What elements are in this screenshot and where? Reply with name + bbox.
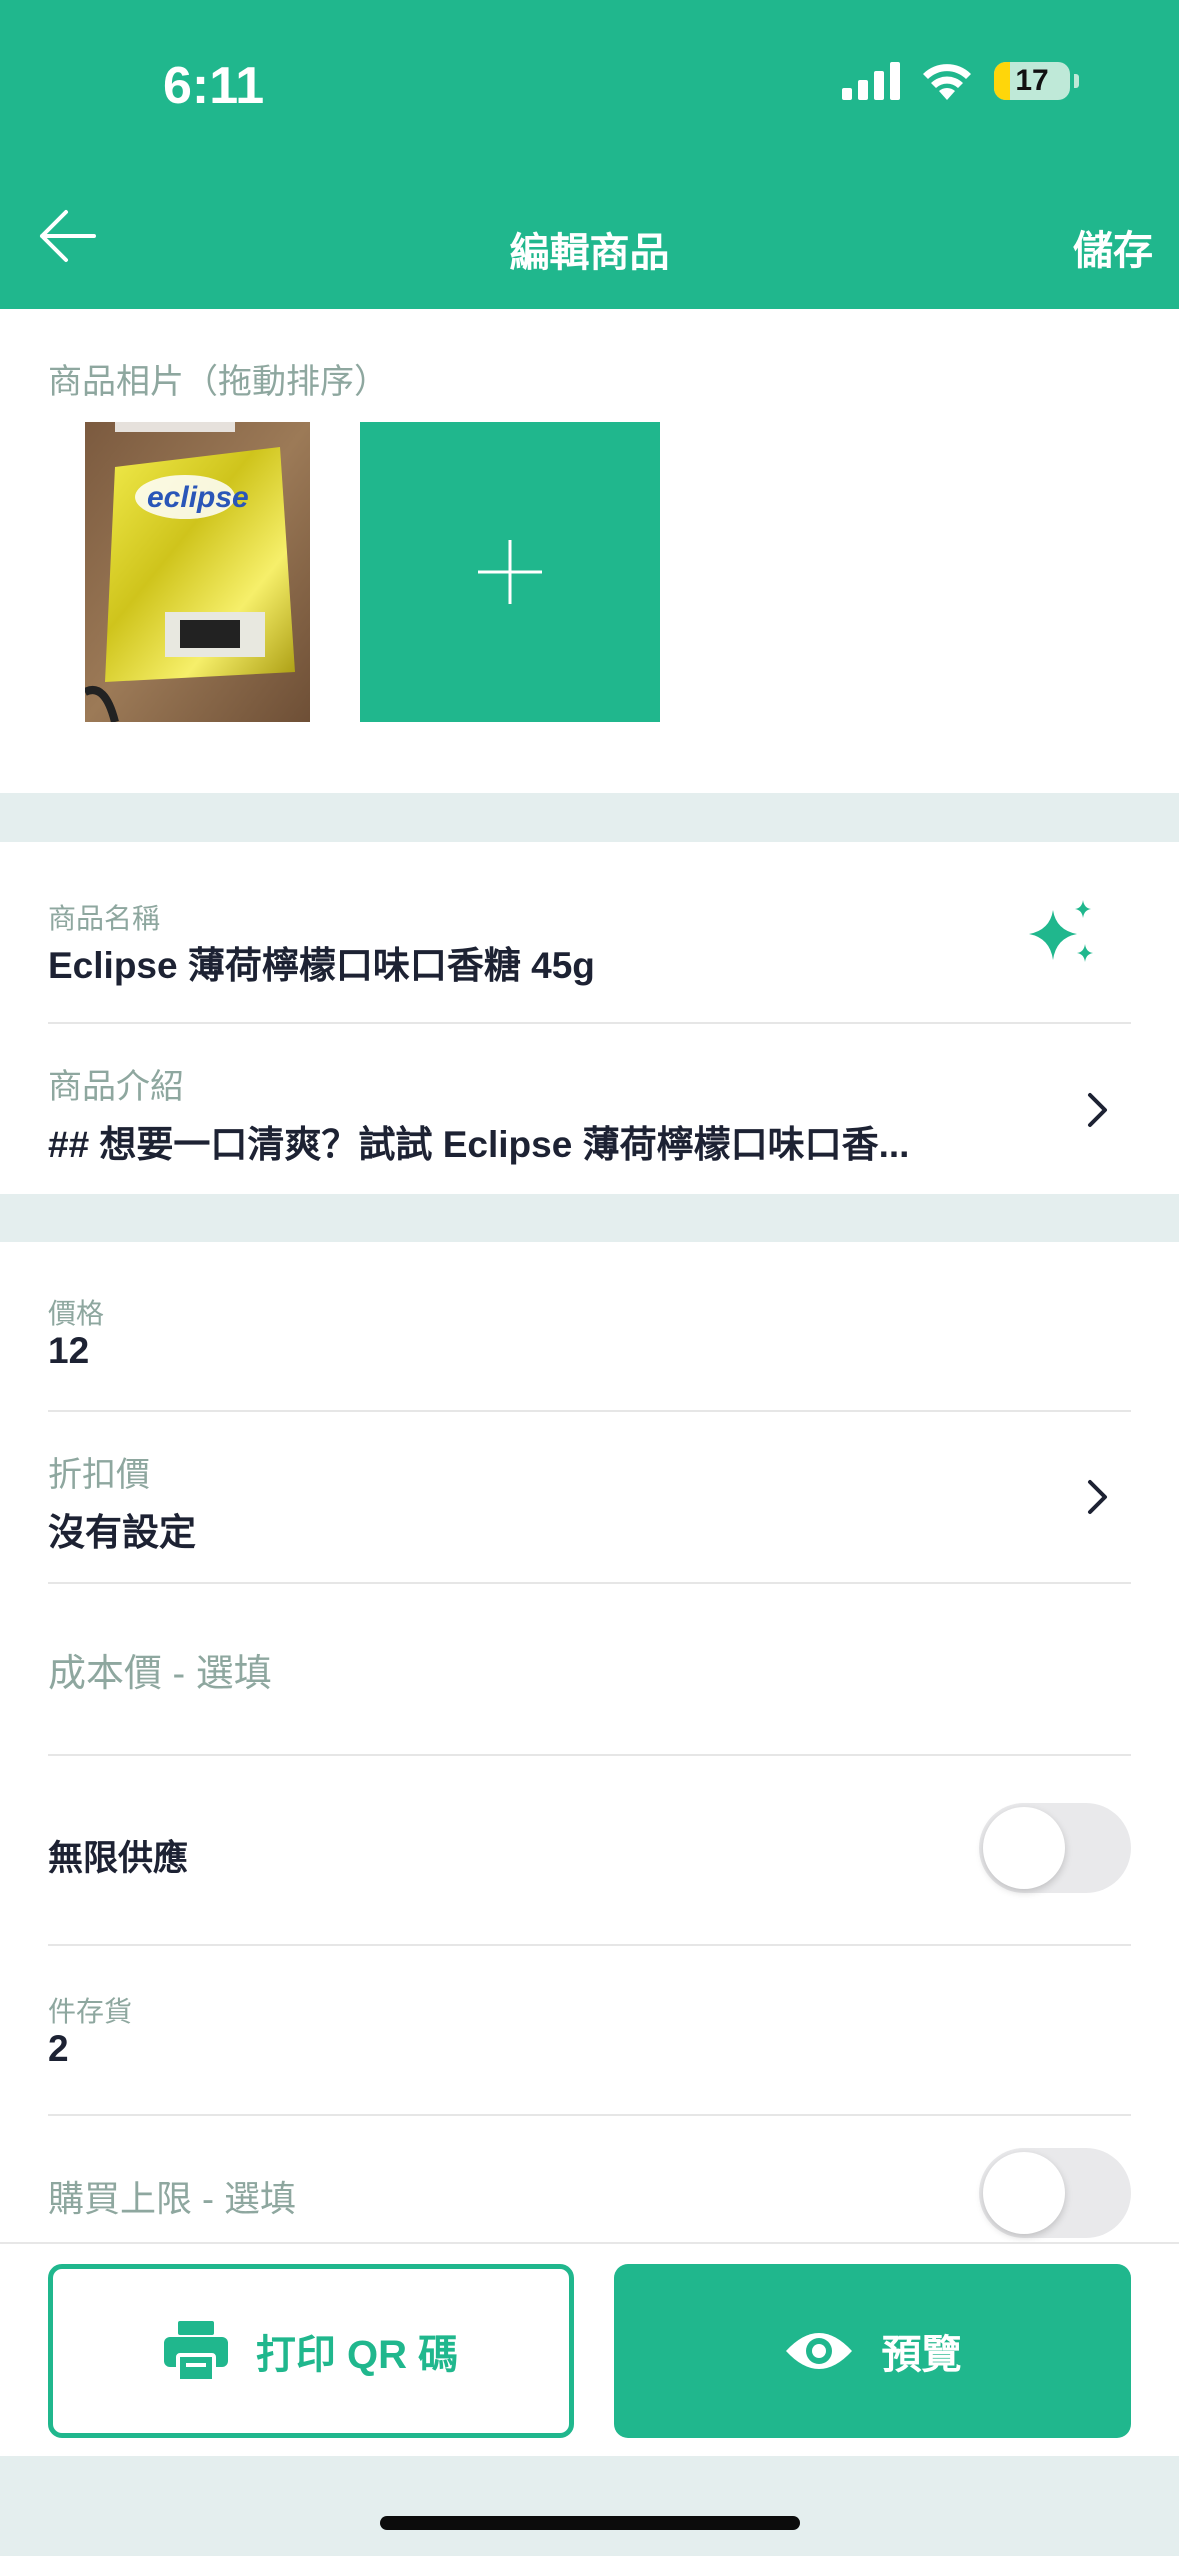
pricing-section: 價格 12 折扣價 沒有設定 成本價 - 選填 無限供應 件存貨 2 購買上限 … xyxy=(0,1242,1179,2242)
battery-level: 17 xyxy=(1015,64,1049,97)
status-icons: 17 xyxy=(842,62,1079,100)
name-label: 商品名稱 xyxy=(48,903,161,934)
cost-field[interactable]: 成本價 - 選填 xyxy=(0,1584,1179,1754)
preview-label: 預覽 xyxy=(881,2333,962,2377)
chevron-right-icon xyxy=(1088,1480,1107,1514)
purchase-limit-toggle[interactable] xyxy=(979,2148,1131,2238)
app-header: 6:11 17 編輯商品 儲存 xyxy=(0,0,1179,309)
add-photo-button[interactable] xyxy=(360,422,660,722)
price-field[interactable]: 價格 12 xyxy=(0,1242,1179,1410)
battery-tip xyxy=(1074,74,1079,88)
description-label: 商品介紹 xyxy=(48,1068,184,1106)
info-section: 商品名稱 Eclipse 薄荷檸檬口味口香糖 45g 商品介紹 ## 想要一口清… xyxy=(0,842,1179,1194)
discount-field[interactable]: 折扣價 沒有設定 xyxy=(0,1412,1179,1582)
battery-icon: 17 xyxy=(994,62,1070,100)
discount-value: 沒有設定 xyxy=(48,1512,196,1553)
stock-value: 2 xyxy=(48,2028,69,2069)
photos-section: 商品相片（拖動排序） eclipse xyxy=(0,309,1179,793)
unlimited-toggle[interactable] xyxy=(979,1803,1131,1893)
purchase-limit-row: 購買上限 - 選填 xyxy=(0,2116,1179,2242)
bottom-action-bar: 打印 QR 碼 預覽 xyxy=(0,2242,1179,2456)
stock-label: 件存貨 xyxy=(48,1996,133,2027)
price-value: 12 xyxy=(48,1330,90,1371)
chevron-right-icon xyxy=(1088,1093,1107,1127)
name-value: Eclipse 薄荷檸檬口味口香糖 45g xyxy=(48,945,595,986)
preview-button[interactable]: 預覽 xyxy=(614,2264,1131,2438)
ai-sparkle-icon[interactable] xyxy=(1027,900,1099,970)
wifi-icon xyxy=(923,64,971,100)
printer-icon xyxy=(163,2321,228,2381)
save-button[interactable]: 儲存 xyxy=(1073,218,1153,276)
purchase-limit-label: 購買上限 - 選填 xyxy=(48,2178,296,2219)
product-photo[interactable]: eclipse xyxy=(85,422,310,722)
plus-icon xyxy=(478,540,542,604)
print-qr-label: 打印 QR 碼 xyxy=(255,2333,459,2377)
description-value: ## 想要一口清爽？試試 Eclipse 薄荷檸檬口味口香... xyxy=(48,1124,910,1165)
description-field[interactable]: 商品介紹 ## 想要一口清爽？試試 Eclipse 薄荷檸檬口味口香... xyxy=(0,1024,1179,1194)
status-time: 6:11 xyxy=(163,57,265,115)
unlimited-row: 無限供應 xyxy=(0,1756,1179,1944)
page-title: 編輯商品 xyxy=(509,231,670,275)
stock-field[interactable]: 件存貨 2 xyxy=(0,1946,1179,2114)
print-qr-button[interactable]: 打印 QR 碼 xyxy=(48,2264,574,2438)
unlimited-label: 無限供應 xyxy=(48,1839,189,1878)
svg-text:eclipse: eclipse xyxy=(147,481,249,514)
price-label: 價格 xyxy=(48,1298,105,1329)
home-indicator xyxy=(380,2516,800,2530)
eye-icon xyxy=(785,2333,852,2369)
cost-placeholder: 成本價 - 選填 xyxy=(48,1653,272,1695)
discount-label: 折扣價 xyxy=(48,1456,150,1494)
photos-label: 商品相片（拖動排序） xyxy=(48,363,388,401)
signal-icon xyxy=(842,62,900,100)
name-field[interactable]: 商品名稱 Eclipse 薄荷檸檬口味口香糖 45g xyxy=(0,842,1179,1022)
